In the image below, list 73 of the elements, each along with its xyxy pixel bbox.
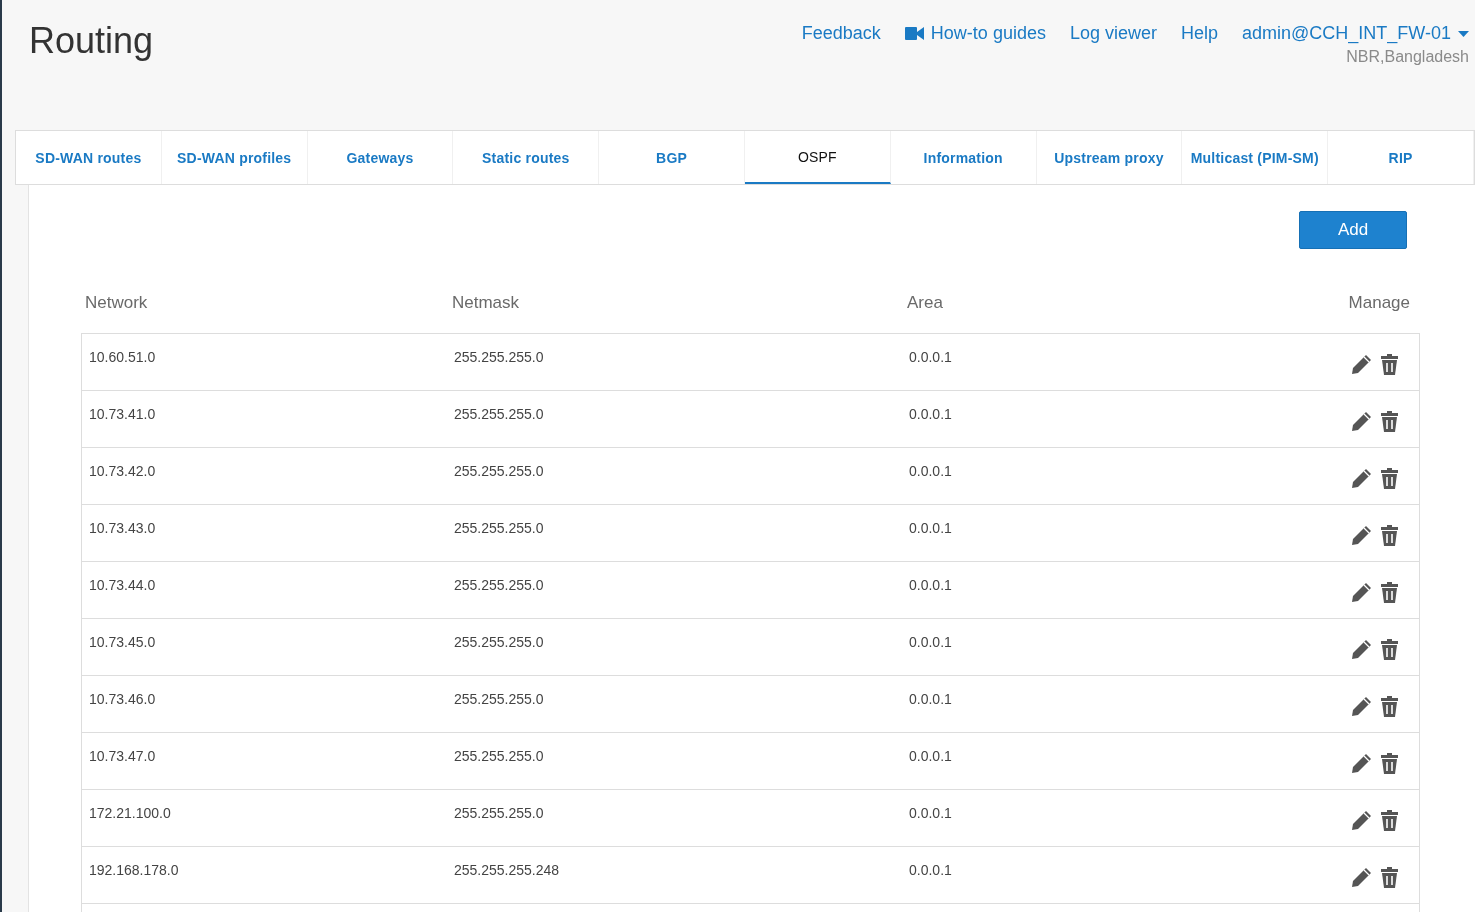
table-cell-text: 255.255.255.0 [454,747,545,766]
location-text: NBR,Bangladesh [1346,48,1469,66]
table-cell-text: 0.0.0.1 [909,405,953,424]
tab[interactable]: SD-WAN profiles [161,131,308,184]
column-header: Manage [1347,293,1411,313]
caret-icon [1458,30,1469,37]
tab[interactable]: Static routes [453,131,600,184]
pencil-icon[interactable] [1351,752,1372,774]
column-header: Area [907,293,944,313]
pencil-icon[interactable] [1351,695,1372,717]
trash-icon[interactable] [1381,467,1398,489]
table-cell-text: 0.0.0.1 [909,690,953,709]
trash-icon[interactable] [1381,809,1398,831]
pencil-icon[interactable] [1351,638,1372,660]
table-cell-text: 0.0.0.1 [909,576,953,595]
trash-icon[interactable] [1381,353,1398,375]
trash-icon[interactable] [1381,752,1398,774]
pencil-icon[interactable] [1351,353,1372,375]
table-cell-text: 255.255.255.0 [454,576,545,595]
table-cell-text: 0.0.0.1 [909,861,953,880]
tab[interactable]: Gateways [307,131,454,184]
table-cell-text: 255.255.255.0 [454,462,545,481]
table-cell-text: 255.255.255.0 [454,405,545,424]
table-cell-text: 0.0.0.1 [909,519,953,538]
table-cell-text: 172.21.100.0 [89,804,172,823]
trash-icon[interactable] [1381,695,1398,717]
header-link[interactable]: How-to guides [904,23,1046,44]
pencil-icon[interactable] [1351,410,1372,432]
header-link[interactable]: Help [1180,23,1218,44]
table-cell-text: 0.0.0.1 [909,348,953,367]
table-cell-text: 0.0.0.1 [909,747,953,766]
table-cell-text: 255.255.255.0 [454,690,545,709]
column-header: Netmask [452,293,521,313]
pencil-icon[interactable] [1351,866,1372,888]
table-cell-text: 10.60.51.0 [89,348,157,367]
page-title: Routing [29,20,154,63]
video-camera-icon [904,27,924,40]
column-header: Network [85,293,149,313]
add-button[interactable]: Add [1299,211,1407,249]
table-cell-text: 192.168.178.0 [89,861,180,880]
pencil-icon[interactable] [1351,581,1372,603]
tab[interactable]: BGP [599,131,745,184]
tab[interactable]: SD-WAN routes [16,131,162,184]
tab[interactable]: Multicast (PIM-SM) [1182,131,1329,184]
trash-icon[interactable] [1381,866,1398,888]
trash-icon[interactable] [1381,581,1398,603]
header-link[interactable]: Feedback [801,23,881,44]
table-cell-text: 0.0.0.1 [909,462,953,481]
trash-icon[interactable] [1381,638,1398,660]
tab[interactable]: Information [890,131,1037,184]
table-cell-text: 10.73.47.0 [89,747,157,766]
tab[interactable]: Upstream proxy [1036,131,1183,184]
header-link[interactable]: Log viewer [1069,23,1157,44]
table-cell-text: 255.255.255.248 [454,861,561,880]
pencil-icon[interactable] [1351,809,1372,831]
table-cell-text: 10.73.45.0 [89,633,157,652]
table-cell-text: 255.255.255.0 [454,348,545,367]
table-cell-text: 0.0.0.1 [909,804,953,823]
table-cell-text: 0.0.0.1 [909,633,953,652]
pencil-icon[interactable] [1351,524,1372,546]
table-cell-text: 255.255.255.0 [454,519,545,538]
table-cell-text: 255.255.255.0 [454,804,545,823]
pencil-icon[interactable] [1351,467,1372,489]
trash-icon[interactable] [1381,410,1398,432]
table-cell-text: 10.73.44.0 [89,576,157,595]
user-menu[interactable]: admin@CCH_INT_FW-01 [1242,23,1469,44]
table-cell-text: 10.73.42.0 [89,462,157,481]
table-cell-text: 10.73.46.0 [89,690,157,709]
tab[interactable]: RIP [1328,131,1474,184]
table-cell-text: 10.73.41.0 [89,405,157,424]
table-cell-text: 10.73.43.0 [89,519,157,538]
trash-icon[interactable] [1381,524,1398,546]
table-cell-text: 255.255.255.0 [454,633,545,652]
